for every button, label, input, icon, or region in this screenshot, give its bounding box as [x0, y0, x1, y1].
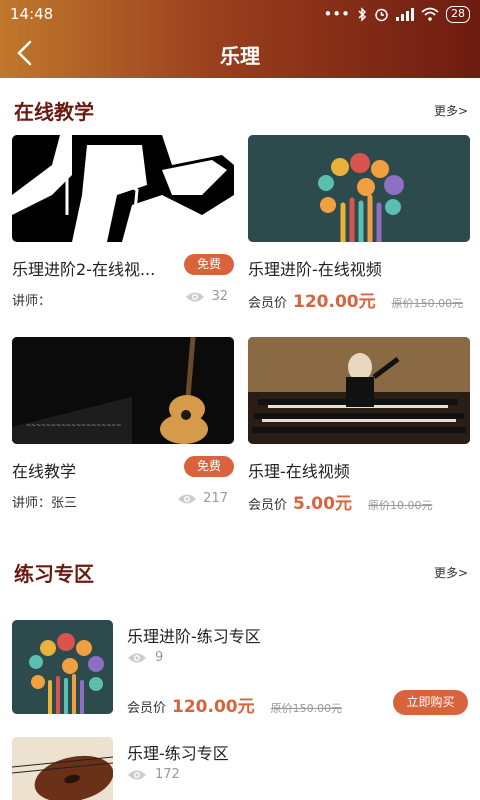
original-price: 原价150.00元 [391, 297, 464, 310]
course-title: 乐理进阶-在线视频 [248, 260, 382, 279]
practice-section-header: 练习专区 更多> [14, 558, 468, 588]
member-price: 5.00元 [293, 494, 352, 514]
alarm-icon [375, 8, 388, 21]
battery-icon: 28 [446, 5, 470, 23]
price-row: 会员价 120.00元 原价150.00元 [127, 692, 342, 717]
course-card[interactable]: 乐理进阶-在线视频 会员价 120.00元 原价150.00元 [248, 135, 470, 312]
free-badge: 免费 [184, 456, 234, 477]
price-label: 会员价 [127, 701, 167, 716]
course-title: 乐理-在线视频 [248, 462, 350, 481]
practice-title: 乐理进阶-练习专区 [127, 627, 261, 646]
more-dots-icon: ••• [323, 5, 350, 23]
practice-list-item[interactable]: 乐理-练习专区 172 [12, 737, 468, 800]
bluetooth-icon [358, 6, 367, 22]
page-title: 乐理 [220, 44, 260, 68]
course-thumbnail: ~~~~~~~~~~~~~~~~~~~ [12, 337, 234, 444]
view-count-value: 32 [211, 289, 228, 304]
price-row: 会员价 120.00元 原价150.00元 [248, 287, 463, 312]
teacher-label: 讲师：张三 [12, 496, 78, 511]
teacher-label: 讲师： [12, 294, 52, 309]
practice-thumbnail [12, 620, 113, 714]
view-count: 217 [177, 491, 228, 506]
buy-now-button[interactable]: 立即购买 [393, 690, 468, 715]
eye-icon [178, 494, 197, 503]
view-count-value: 172 [155, 767, 180, 782]
app-header: 14:48 ••• 28 乐理 [0, 0, 480, 78]
practice-thumbnail [12, 737, 113, 800]
status-bar: 14:48 ••• 28 [0, 0, 480, 30]
course-thumbnail [248, 135, 470, 242]
view-count-value: 217 [203, 491, 228, 506]
svg-text:~~~~~~~~~~~~~~~~~~~: ~~~~~~~~~~~~~~~~~~~ [26, 422, 122, 429]
view-count-value: 9 [155, 650, 164, 665]
eye-icon [186, 292, 205, 301]
online-section-title: 在线教学 [14, 100, 94, 124]
price-row: 会员价 5.00元 原价10.00元 [248, 489, 432, 514]
free-badge: 免费 [184, 254, 234, 275]
eye-icon [128, 770, 146, 779]
practice-title: 乐理-练习专区 [127, 744, 229, 763]
view-count: 9 [127, 650, 163, 665]
status-icons: ••• 28 [323, 5, 470, 23]
view-count: 32 [185, 289, 228, 304]
original-price: 原价150.00元 [270, 702, 343, 715]
online-more-link[interactable]: 更多> [434, 102, 468, 119]
course-card[interactable]: 乐理-在线视频 会员价 5.00元 原价10.00元 [248, 337, 470, 514]
signal-icon [396, 7, 414, 21]
online-section-header: 在线教学 更多> [14, 96, 468, 126]
member-price: 120.00元 [172, 697, 255, 717]
original-price: 原价10.00元 [367, 499, 433, 512]
wifi-icon [421, 7, 439, 21]
course-title: 乐理进阶2-在线视... [12, 260, 156, 279]
view-count: 172 [127, 767, 180, 782]
status-time: 14:48 [10, 5, 54, 23]
course-thumbnail [12, 135, 234, 242]
practice-list-item[interactable]: 乐理进阶-练习专区 9 会员价 120.00元 原价150.00元 立即购买 [12, 620, 468, 717]
course-card[interactable]: 乐理进阶2-在线视... 免费 讲师： 32 [12, 135, 234, 309]
course-title: 在线教学 [12, 462, 77, 481]
practice-section-title: 练习专区 [14, 562, 94, 586]
course-card[interactable]: ~~~~~~~~~~~~~~~~~~~ 在线教学 免费 讲师：张三 217 [12, 337, 234, 511]
eye-icon [128, 653, 146, 662]
practice-more-link[interactable]: 更多> [434, 564, 468, 581]
price-label: 会员价 [248, 498, 288, 513]
price-label: 会员价 [248, 296, 288, 311]
member-price: 120.00元 [293, 292, 376, 312]
course-thumbnail [248, 337, 470, 444]
